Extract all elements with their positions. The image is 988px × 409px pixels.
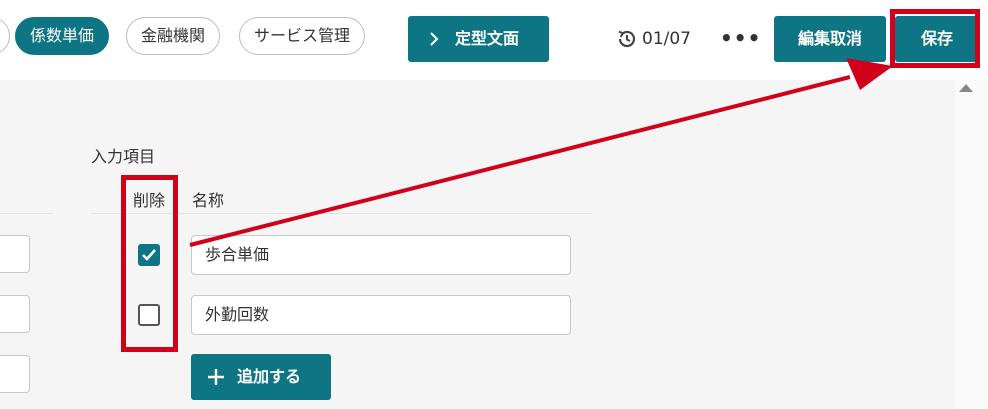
column-header-name: 名称 — [192, 191, 225, 210]
check-icon — [142, 249, 156, 261]
left-input-field[interactable] — [0, 295, 30, 333]
chevron-right-icon — [430, 32, 439, 46]
delete-checkbox[interactable] — [138, 244, 160, 266]
top-toolbar: 係数単価 金融機関 サービス管理 定型文面 01/07 ••• 編集取消 保存 — [0, 0, 988, 80]
template-text-button[interactable]: 定型文面 — [408, 16, 549, 62]
template-text-label: 定型文面 — [455, 29, 520, 48]
chip-partial[interactable] — [0, 17, 10, 55]
section-title: 入力項目 — [91, 147, 156, 166]
plus-icon — [208, 369, 224, 385]
delete-checkbox[interactable] — [138, 304, 160, 326]
save-label: 保存 — [920, 29, 953, 48]
name-field[interactable]: 外勤回数 — [191, 295, 571, 335]
scroll-up-icon[interactable] — [959, 84, 973, 92]
left-input-field[interactable] — [0, 355, 30, 393]
scrollbar-track[interactable] — [955, 80, 988, 409]
left-input-field[interactable] — [0, 235, 30, 273]
history-counter-text: 01/07 — [642, 29, 691, 49]
cancel-edit-label: 編集取消 — [797, 29, 862, 48]
history-icon — [618, 30, 636, 48]
divider-header — [91, 213, 592, 214]
chip-financial-institution[interactable]: 金融機関 — [126, 17, 221, 55]
history-counter[interactable]: 01/07 — [616, 27, 691, 51]
save-button[interactable]: 保存 — [895, 16, 979, 62]
cancel-edit-button[interactable]: 編集取消 — [774, 16, 886, 62]
divider-left — [0, 213, 53, 214]
chip-coefficient-price[interactable]: 係数単価 — [15, 17, 110, 55]
add-item-label: 追加する — [237, 367, 302, 386]
add-item-button[interactable]: 追加する — [191, 354, 331, 400]
name-field[interactable]: 歩合単価 — [191, 235, 571, 275]
chip-service-management[interactable]: サービス管理 — [239, 17, 366, 55]
more-icon[interactable]: ••• — [720, 26, 761, 50]
column-header-delete: 削除 — [133, 191, 166, 210]
